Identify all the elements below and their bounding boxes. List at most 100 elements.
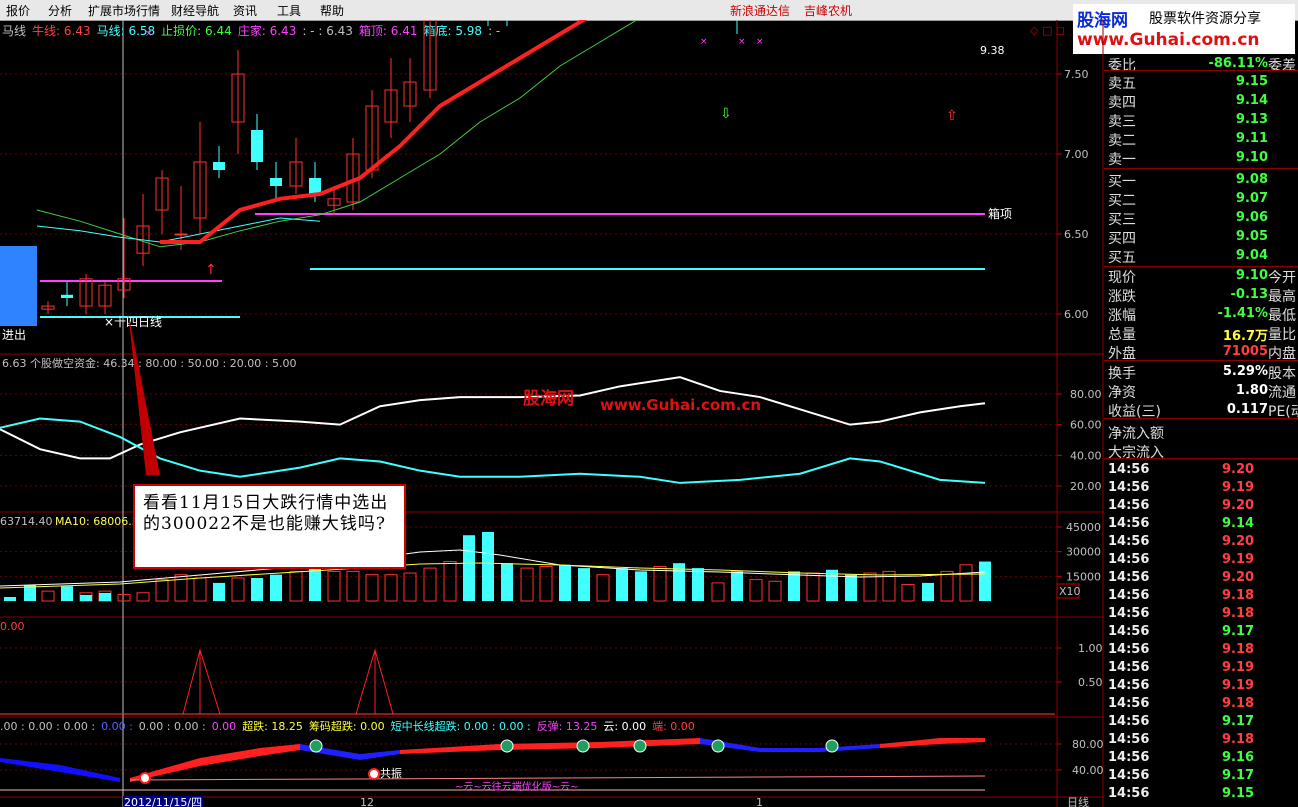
tick-price: 9.16 xyxy=(1222,750,1255,765)
menu-help[interactable]: 帮助 xyxy=(320,2,344,19)
x-axis-next: 1 xyxy=(756,796,763,807)
tick-time: 14:56 xyxy=(1108,660,1150,675)
menu-quote[interactable]: 报价 xyxy=(6,2,30,19)
quote-label: 买四 xyxy=(1108,231,1136,247)
tick-row: 14:56 9.19 xyxy=(1104,478,1298,496)
volume-tick-label: 15000 xyxy=(1066,570,1101,583)
volume-bar-up xyxy=(749,579,763,602)
entry-exit-bar xyxy=(0,246,37,326)
quote-label: 卖三 xyxy=(1108,114,1136,130)
volume-bar-up xyxy=(539,565,553,602)
news-ticker-1[interactable]: 新浪通达信 xyxy=(730,2,790,19)
window-controls[interactable]: ◇ □ ◻ xyxy=(1030,24,1065,37)
header-segment: 止损价: 6.44 xyxy=(161,24,232,38)
star-marker: × xyxy=(738,37,746,47)
tick-price: 9.17 xyxy=(1222,768,1255,783)
header-segment: 0.00 : xyxy=(101,720,133,733)
bottom-tick-label: 80.00 xyxy=(1072,738,1104,751)
tick-price: 9.17 xyxy=(1222,714,1255,729)
panel-separator xyxy=(1104,70,1298,71)
signal-axis: 1.00 0.50 xyxy=(1057,642,1103,689)
cloud-label: ~云~云往云端优化版~云~ xyxy=(455,780,579,793)
volume-bar-up xyxy=(882,570,896,602)
candle-body-down xyxy=(251,130,263,162)
high-price-label: 9.38 xyxy=(980,44,1005,57)
rebound-icon xyxy=(633,739,647,753)
quote-value: 9.08 xyxy=(1235,172,1268,187)
panel-separator xyxy=(1104,266,1298,267)
tick-time: 14:56 xyxy=(1108,750,1150,765)
quote-label: 卖四 xyxy=(1108,95,1136,111)
rebound-icon xyxy=(576,739,590,753)
volume-bar-down xyxy=(826,569,838,601)
rebound-icon xyxy=(825,739,839,753)
rebound-icon xyxy=(500,739,514,753)
volume-header-left: 63714.40 xyxy=(0,515,53,528)
menu-tools[interactable]: 工具 xyxy=(277,2,301,19)
quote-value: 9.06 xyxy=(1235,210,1268,225)
price-tick-label: 6.00 xyxy=(1064,308,1089,321)
volume-tick-label: 45000 xyxy=(1066,521,1101,534)
volume-bar-down xyxy=(578,568,590,601)
menu-finance-nav[interactable]: 财经导航 xyxy=(171,2,219,19)
header-segment: 马线 xyxy=(2,24,26,38)
tick-price: 9.19 xyxy=(1222,660,1255,675)
volume-bar-down xyxy=(99,593,111,601)
quote-value: 5.29% xyxy=(1222,364,1268,379)
tick-row: 14:56 9.17 xyxy=(1104,712,1298,730)
period-label[interactable]: 日线 xyxy=(1067,795,1089,807)
panel-separator xyxy=(1104,458,1298,459)
tick-time: 14:56 xyxy=(1108,588,1150,603)
menu-news[interactable]: 资讯 xyxy=(233,2,257,19)
menu-analysis[interactable]: 分析 xyxy=(48,2,72,19)
volume-bar-down xyxy=(616,568,628,601)
candle-body-up xyxy=(174,233,188,236)
buy-level-row: 买二 9.07 xyxy=(1104,189,1298,209)
volume-bar-up xyxy=(959,564,973,602)
volume-bar-up xyxy=(520,567,534,602)
tick-price: 9.20 xyxy=(1222,570,1255,585)
candle-body-down xyxy=(213,162,225,170)
candle-body-down xyxy=(270,178,282,186)
brand-banner[interactable]: 股海网 股票软件资源分享 www.Guhai.com.cn xyxy=(1073,4,1295,54)
header-segment: 筹码超跌: 0.00 xyxy=(309,719,385,733)
buy-level-row: 买一 9.08 xyxy=(1104,170,1298,190)
brand-url: www.Guhai.com.cn xyxy=(1077,30,1260,50)
arrow-marker: ⇩ xyxy=(720,106,732,122)
stock-chart-area[interactable]: 马线 牛线: 6.43 马线: 6.58 止损价: 6.44 庄家: 6.43: - :… xyxy=(0,20,1104,807)
x-axis-month: 12 xyxy=(360,796,374,807)
volume-scale[interactable]: X10 xyxy=(1059,585,1081,598)
tick-price: 9.20 xyxy=(1222,498,1255,513)
moving-average-lines xyxy=(36,20,638,248)
band-base-line xyxy=(129,775,986,781)
sell-level-row: 卖二 9.11 xyxy=(1104,129,1298,149)
header-segment: .00 : 0.00 : 0.00 : xyxy=(0,720,95,733)
tick-row: 14:56 9.20 xyxy=(1104,496,1298,514)
quote-value: 9.13 xyxy=(1235,112,1268,127)
tick-time: 14:56 xyxy=(1108,606,1150,621)
quote-value: 9.07 xyxy=(1235,191,1268,206)
signal-header: 0.00 xyxy=(0,620,25,633)
price-tick-label: 6.50 xyxy=(1064,228,1089,241)
block-inflow-row: 大宗流入 xyxy=(1104,441,1298,461)
quote-extra-label: 今开 xyxy=(1268,270,1296,286)
news-ticker-2[interactable]: 吉峰农机 xyxy=(804,2,852,19)
tick-row: 14:56 9.16 xyxy=(1104,748,1298,766)
ma-line-green xyxy=(36,20,638,248)
quote-label: 涨幅 xyxy=(1108,308,1136,324)
wei-bi-value: -86.11% xyxy=(1208,56,1268,71)
tick-time: 14:56 xyxy=(1108,786,1150,801)
volume-bar-up xyxy=(403,572,417,602)
tick-price: 9.20 xyxy=(1222,462,1255,477)
signal-tick-label: 1.00 xyxy=(1078,642,1103,655)
quote-label: 总量 xyxy=(1108,327,1136,343)
tick-row: 14:56 9.18 xyxy=(1104,586,1298,604)
price-tick-label: 7.00 xyxy=(1064,148,1089,161)
arrow-marker: ↑ xyxy=(205,262,217,278)
quote-value: 9.15 xyxy=(1235,74,1268,89)
tick-price: 9.18 xyxy=(1222,606,1255,621)
quote-label: 买一 xyxy=(1108,174,1136,190)
menu-extended-market[interactable]: 扩展市场行情 xyxy=(88,2,160,19)
tick-time: 14:56 xyxy=(1108,498,1150,513)
header-segment: 牛线: 6.43 xyxy=(32,23,91,38)
